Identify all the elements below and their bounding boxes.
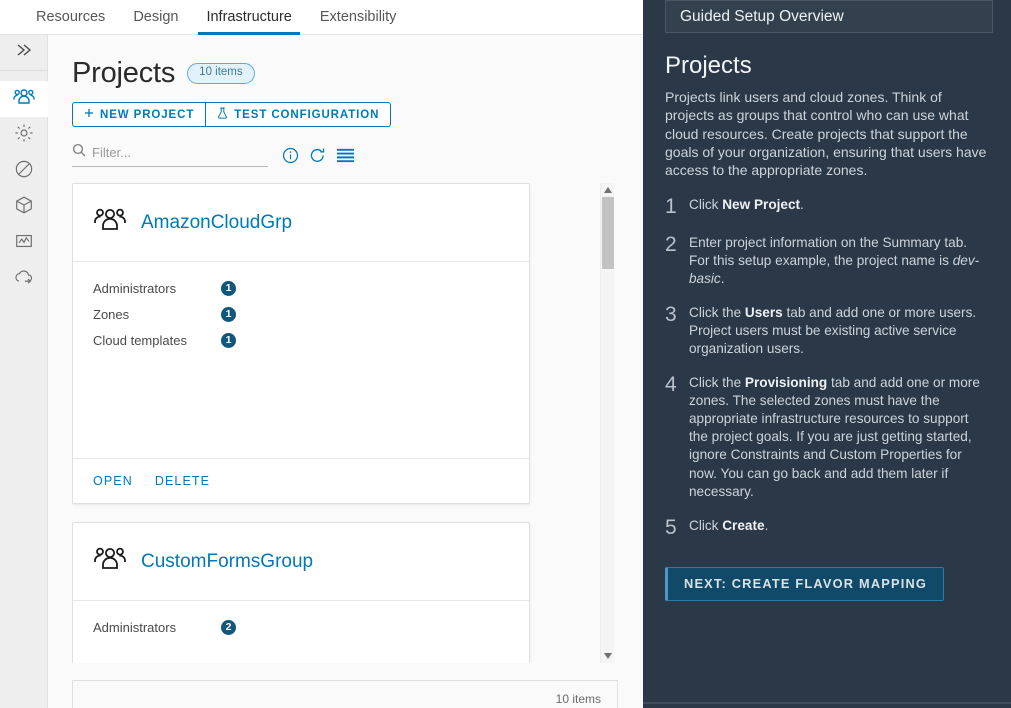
delete-project-action[interactable]: DELETE (155, 474, 210, 488)
step-text: Click New Project. (689, 196, 804, 212)
step-text: Click the Provisioning tab and add one o… (689, 375, 980, 499)
footer-item-count: 10 items (555, 692, 601, 706)
scroll-up-arrow-icon[interactable] (601, 183, 615, 197)
list-footer-count: 10 items (72, 680, 618, 708)
filter-toolbar (72, 143, 648, 167)
step-text: Click the Users tab and add one or more … (689, 304, 977, 357)
tab-infrastructure[interactable]: Infrastructure (192, 0, 305, 35)
card-stat-badge: 2 (221, 619, 236, 635)
flask-icon (217, 107, 228, 122)
card-stat-row: Administrators 2 (93, 615, 509, 639)
panel-title: Projects (665, 52, 752, 79)
setup-steps-list: 1 Click New Project. 2 Enter project inf… (665, 194, 989, 539)
setup-step: 1 Click New Project. (665, 194, 989, 218)
left-icon-rail (0, 35, 48, 708)
gear-icon (14, 123, 34, 148)
project-card-body: Administrators 2 (73, 601, 529, 663)
setup-step: 2 Enter project information on the Summa… (665, 232, 989, 288)
project-card-header: AmazonCloudGrp (73, 184, 529, 262)
double-chevron-right-icon (15, 43, 33, 62)
tab-resources[interactable]: Resources (22, 0, 119, 35)
users-group-icon (93, 544, 127, 579)
project-card-list: AmazonCloudGrp Administrators 1 Zones 1 … (72, 183, 614, 663)
step-number: 4 (665, 373, 677, 397)
project-card[interactable]: CustomFormsGroup Administrators 2 (72, 522, 530, 663)
tab-extensibility[interactable]: Extensibility (306, 0, 411, 35)
card-stat-badge: 1 (221, 280, 236, 296)
panel-intro-text: Projects link users and cloud zones. Thi… (665, 89, 987, 179)
page-header: Projects 10 items NEW PROJECT TEST CONFI… (48, 35, 648, 167)
card-list-scrollbar[interactable] (600, 183, 614, 663)
tab-design[interactable]: Design (119, 0, 192, 35)
users-group-icon (12, 87, 35, 112)
scroll-down-arrow-icon[interactable] (601, 649, 615, 663)
step-number: 3 (665, 302, 677, 326)
card-stat-badge: 1 (221, 332, 236, 348)
guided-setup-panel-header: Guided Setup Overview (665, 0, 993, 33)
step-text: Click Create. (689, 517, 769, 533)
setup-step: 3 Click the Users tab and add one or mor… (665, 302, 989, 358)
new-project-button[interactable]: NEW PROJECT (72, 102, 207, 127)
sidebar-item-integrations[interactable] (0, 261, 48, 297)
users-group-icon (93, 205, 127, 240)
card-stat-label: Administrators (93, 280, 177, 296)
refresh-icon[interactable] (309, 147, 326, 164)
panel-bottom-divider (643, 702, 1011, 704)
next-create-flavor-mapping-button[interactable]: NEXT: CREATE FLAVOR MAPPING (665, 566, 945, 601)
test-configuration-label: TEST CONFIGURATION (234, 108, 380, 121)
sidebar-item-configuration[interactable] (0, 117, 48, 153)
cloud-sync-icon (13, 268, 35, 291)
info-icon[interactable] (282, 147, 299, 164)
app-root: Resources Design Infrastructure Extensib… (0, 0, 1011, 708)
card-stat-row: Administrators 1 (93, 276, 509, 300)
sidebar-item-activity[interactable] (0, 225, 48, 261)
project-card-footer: OPEN DELETE (73, 458, 529, 503)
list-view-icon[interactable] (336, 147, 355, 163)
new-project-label: NEW PROJECT (100, 108, 195, 121)
toolbar-icons (282, 147, 355, 164)
step-text: Enter project information on the Summary… (689, 234, 980, 286)
card-stat-label: Cloud templates (93, 332, 187, 348)
no-entry-icon (14, 159, 34, 184)
activity-chart-icon (14, 231, 34, 256)
next-button-label: NEXT: CREATE FLAVOR MAPPING (684, 576, 928, 592)
card-stat-label: Administrators (93, 619, 177, 635)
step-number: 5 (665, 515, 677, 539)
filter-input[interactable] (92, 145, 252, 160)
page-title: Projects (72, 57, 176, 89)
sidebar-item-projects[interactable] (0, 81, 48, 117)
card-stat-badge: 1 (221, 306, 236, 322)
project-card-list-wrapper: AmazonCloudGrp Administrators 1 Zones 1 … (72, 183, 632, 663)
item-count-chip: 10 items (187, 63, 255, 84)
card-stat-row: Zones 1 (93, 302, 509, 326)
step-number: 2 (665, 232, 677, 256)
setup-step: 5 Click Create. (665, 515, 989, 539)
project-card-title[interactable]: CustomFormsGroup (141, 551, 313, 573)
project-card-title[interactable]: AmazonCloudGrp (141, 212, 292, 234)
main-content: Projects 10 items NEW PROJECT TEST CONFI… (48, 35, 648, 708)
filter-box[interactable] (72, 143, 268, 167)
open-project-action[interactable]: OPEN (93, 474, 133, 488)
cube-icon (14, 195, 34, 220)
rail-item-list (0, 71, 48, 297)
card-stat-label: Zones (93, 306, 130, 322)
scrollbar-thumb[interactable] (602, 197, 614, 269)
card-stat-row: Cloud templates 1 (93, 328, 509, 352)
project-card-header: CustomFormsGroup (73, 523, 529, 601)
guided-setup-panel: Guided Setup Overview Projects Projects … (643, 0, 1011, 708)
plus-icon (84, 108, 94, 121)
sidebar-item-policies[interactable] (0, 153, 48, 189)
expand-rail-button[interactable] (0, 35, 48, 71)
project-card-body: Administrators 1 Zones 1 Cloud templates… (73, 262, 529, 458)
step-number: 1 (665, 194, 677, 218)
project-card[interactable]: AmazonCloudGrp Administrators 1 Zones 1 … (72, 183, 530, 504)
setup-step: 4 Click the Provisioning tab and add one… (665, 374, 989, 501)
test-configuration-button[interactable]: TEST CONFIGURATION (206, 102, 392, 127)
panel-header-title: Guided Setup Overview (680, 7, 844, 25)
title-row: Projects 10 items (72, 57, 648, 90)
search-icon (72, 143, 86, 162)
sidebar-item-resources[interactable] (0, 189, 48, 225)
action-button-group: NEW PROJECT TEST CONFIGURATION (72, 102, 648, 127)
guided-setup-panel-body: Projects Projects link users and cloud z… (643, 0, 1011, 601)
